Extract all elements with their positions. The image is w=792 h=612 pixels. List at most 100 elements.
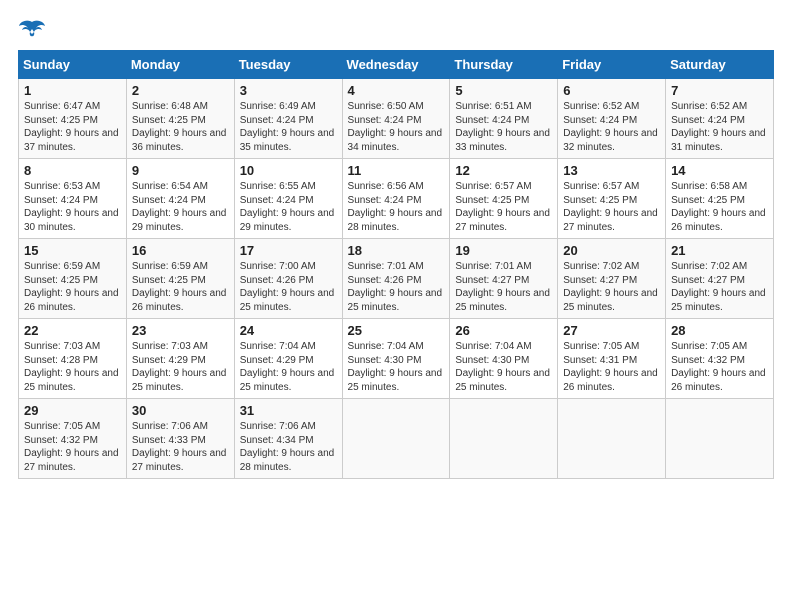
day-number: 31 — [240, 403, 337, 418]
calendar-day-cell — [450, 399, 558, 479]
calendar-day-cell: 17 Sunrise: 7:00 AMSunset: 4:26 PMDayligh… — [234, 239, 342, 319]
calendar-day-cell: 2 Sunrise: 6:48 AMSunset: 4:25 PMDaylight… — [126, 79, 234, 159]
day-info: Sunrise: 7:01 AMSunset: 4:27 PMDaylight:… — [455, 260, 552, 314]
day-number: 23 — [132, 323, 229, 338]
calendar-day-cell: 7Sunrise: 6:52 AMSunset: 4:24 PMDaylight… — [666, 79, 774, 159]
day-info: Sunrise: 7:05 AMSunset: 4:31 PMDaylight:… — [563, 340, 660, 394]
calendar-day-cell: 10 Sunrise: 6:55 AMSunset: 4:24 PMDayligh… — [234, 159, 342, 239]
calendar-day-cell: 15 Sunrise: 6:59 AMSunset: 4:25 PMDayligh… — [19, 239, 127, 319]
day-number: 3 — [240, 83, 337, 98]
day-number: 18 — [348, 243, 445, 258]
day-info: Sunrise: 6:54 AMSunset: 4:24 PMDaylight:… — [132, 180, 229, 234]
day-info: Sunrise: 7:02 AMSunset: 4:27 PMDaylight:… — [563, 260, 660, 314]
calendar-day-cell: 1 Sunrise: 6:47 AMSunset: 4:25 PMDaylight… — [19, 79, 127, 159]
calendar-day-cell: 31 Sunrise: 7:06 AMSunset: 4:34 PMDayligh… — [234, 399, 342, 479]
calendar-day-cell: 25 Sunrise: 7:04 AMSunset: 4:30 PMDayligh… — [342, 319, 450, 399]
calendar-day-cell: 28 Sunrise: 7:05 AMSunset: 4:32 PMDayligh… — [666, 319, 774, 399]
weekday-header-cell: Thursday — [450, 51, 558, 79]
day-number: 13 — [563, 163, 660, 178]
day-number: 1 — [24, 83, 121, 98]
calendar-day-cell: 30Sunrise: 7:06 AMSunset: 4:33 PMDayligh… — [126, 399, 234, 479]
day-info: Sunrise: 7:06 AMSunset: 4:34 PMDaylight:… — [240, 420, 337, 474]
day-info: Sunrise: 7:05 AMSunset: 4:32 PMDaylight:… — [24, 420, 121, 474]
day-info: Sunrise: 7:03 AMSunset: 4:29 PMDaylight:… — [132, 340, 229, 394]
day-number: 25 — [348, 323, 445, 338]
page-header — [18, 18, 774, 40]
weekday-header-cell: Friday — [558, 51, 666, 79]
weekday-header-cell: Wednesday — [342, 51, 450, 79]
calendar-day-cell: 29Sunrise: 7:05 AMSunset: 4:32 PMDayligh… — [19, 399, 127, 479]
logo-icon — [18, 18, 46, 40]
calendar-day-cell: 21 Sunrise: 7:02 AMSunset: 4:27 PMDayligh… — [666, 239, 774, 319]
day-number: 5 — [455, 83, 552, 98]
weekday-header-cell: Tuesday — [234, 51, 342, 79]
day-number: 15 — [24, 243, 121, 258]
calendar-day-cell: 5 Sunrise: 6:51 AMSunset: 4:24 PMDaylight… — [450, 79, 558, 159]
calendar-week-row: 15 Sunrise: 6:59 AMSunset: 4:25 PMDayligh… — [19, 239, 774, 319]
calendar-day-cell: 16Sunrise: 6:59 AMSunset: 4:25 PMDayligh… — [126, 239, 234, 319]
day-info: Sunrise: 7:04 AMSunset: 4:30 PMDaylight:… — [348, 340, 445, 394]
day-info: Sunrise: 7:02 AMSunset: 4:27 PMDaylight:… — [671, 260, 768, 314]
weekday-header-row: SundayMondayTuesdayWednesdayThursdayFrid… — [19, 51, 774, 79]
day-number: 2 — [132, 83, 229, 98]
day-info: Sunrise: 7:01 AMSunset: 4:26 PMDaylight:… — [348, 260, 445, 314]
day-info: Sunrise: 6:59 AMSunset: 4:25 PMDaylight:… — [24, 260, 121, 314]
calendar-day-cell: 18 Sunrise: 7:01 AMSunset: 4:26 PMDayligh… — [342, 239, 450, 319]
day-number: 17 — [240, 243, 337, 258]
day-number: 11 — [348, 163, 445, 178]
day-number: 28 — [671, 323, 768, 338]
calendar-day-cell: 19 Sunrise: 7:01 AMSunset: 4:27 PMDayligh… — [450, 239, 558, 319]
weekday-header-cell: Sunday — [19, 51, 127, 79]
day-info: Sunrise: 7:06 AMSunset: 4:33 PMDaylight:… — [132, 420, 229, 474]
calendar-table: SundayMondayTuesdayWednesdayThursdayFrid… — [18, 50, 774, 479]
calendar-day-cell: 22 Sunrise: 7:03 AMSunset: 4:28 PMDayligh… — [19, 319, 127, 399]
calendar-day-cell — [558, 399, 666, 479]
calendar-day-cell: 23 Sunrise: 7:03 AMSunset: 4:29 PMDayligh… — [126, 319, 234, 399]
calendar-day-cell: 24 Sunrise: 7:04 AMSunset: 4:29 PMDayligh… — [234, 319, 342, 399]
day-number: 8 — [24, 163, 121, 178]
calendar-week-row: 1 Sunrise: 6:47 AMSunset: 4:25 PMDaylight… — [19, 79, 774, 159]
calendar-day-cell — [666, 399, 774, 479]
calendar-day-cell: 14Sunrise: 6:58 AMSunset: 4:25 PMDayligh… — [666, 159, 774, 239]
day-info: Sunrise: 7:04 AMSunset: 4:29 PMDaylight:… — [240, 340, 337, 394]
day-info: Sunrise: 6:57 AMSunset: 4:25 PMDaylight:… — [455, 180, 552, 234]
calendar-day-cell: 3 Sunrise: 6:49 AMSunset: 4:24 PMDaylight… — [234, 79, 342, 159]
calendar-body: 1 Sunrise: 6:47 AMSunset: 4:25 PMDaylight… — [19, 79, 774, 479]
calendar-day-cell: 4 Sunrise: 6:50 AMSunset: 4:24 PMDaylight… — [342, 79, 450, 159]
day-info: Sunrise: 7:05 AMSunset: 4:32 PMDaylight:… — [671, 340, 768, 394]
logo — [18, 18, 50, 40]
calendar-day-cell: 26 Sunrise: 7:04 AMSunset: 4:30 PMDayligh… — [450, 319, 558, 399]
day-info: Sunrise: 6:53 AMSunset: 4:24 PMDaylight:… — [24, 180, 121, 234]
day-number: 24 — [240, 323, 337, 338]
day-number: 22 — [24, 323, 121, 338]
day-info: Sunrise: 6:56 AMSunset: 4:24 PMDaylight:… — [348, 180, 445, 234]
day-number: 21 — [671, 243, 768, 258]
day-info: Sunrise: 6:52 AMSunset: 4:24 PMDaylight:… — [563, 100, 660, 154]
weekday-header-cell: Monday — [126, 51, 234, 79]
calendar-week-row: 29Sunrise: 7:05 AMSunset: 4:32 PMDayligh… — [19, 399, 774, 479]
day-info: Sunrise: 7:03 AMSunset: 4:28 PMDaylight:… — [24, 340, 121, 394]
weekday-header-cell: Saturday — [666, 51, 774, 79]
day-number: 19 — [455, 243, 552, 258]
calendar-day-cell: 9 Sunrise: 6:54 AMSunset: 4:24 PMDaylight… — [126, 159, 234, 239]
day-number: 12 — [455, 163, 552, 178]
day-number: 14 — [671, 163, 768, 178]
day-number: 27 — [563, 323, 660, 338]
day-info: Sunrise: 7:00 AMSunset: 4:26 PMDaylight:… — [240, 260, 337, 314]
day-number: 9 — [132, 163, 229, 178]
day-number: 10 — [240, 163, 337, 178]
day-number: 4 — [348, 83, 445, 98]
calendar-day-cell: 8 Sunrise: 6:53 AMSunset: 4:24 PMDaylight… — [19, 159, 127, 239]
day-info: Sunrise: 6:49 AMSunset: 4:24 PMDaylight:… — [240, 100, 337, 154]
day-number: 26 — [455, 323, 552, 338]
day-info: Sunrise: 6:47 AMSunset: 4:25 PMDaylight:… — [24, 100, 121, 154]
day-info: Sunrise: 6:48 AMSunset: 4:25 PMDaylight:… — [132, 100, 229, 154]
day-info: Sunrise: 7:04 AMSunset: 4:30 PMDaylight:… — [455, 340, 552, 394]
day-info: Sunrise: 6:51 AMSunset: 4:24 PMDaylight:… — [455, 100, 552, 154]
calendar-day-cell: 20 Sunrise: 7:02 AMSunset: 4:27 PMDayligh… — [558, 239, 666, 319]
day-number: 20 — [563, 243, 660, 258]
day-number: 7 — [671, 83, 768, 98]
day-info: Sunrise: 6:59 AMSunset: 4:25 PMDaylight:… — [132, 260, 229, 314]
day-info: Sunrise: 6:50 AMSunset: 4:24 PMDaylight:… — [348, 100, 445, 154]
day-info: Sunrise: 6:55 AMSunset: 4:24 PMDaylight:… — [240, 180, 337, 234]
